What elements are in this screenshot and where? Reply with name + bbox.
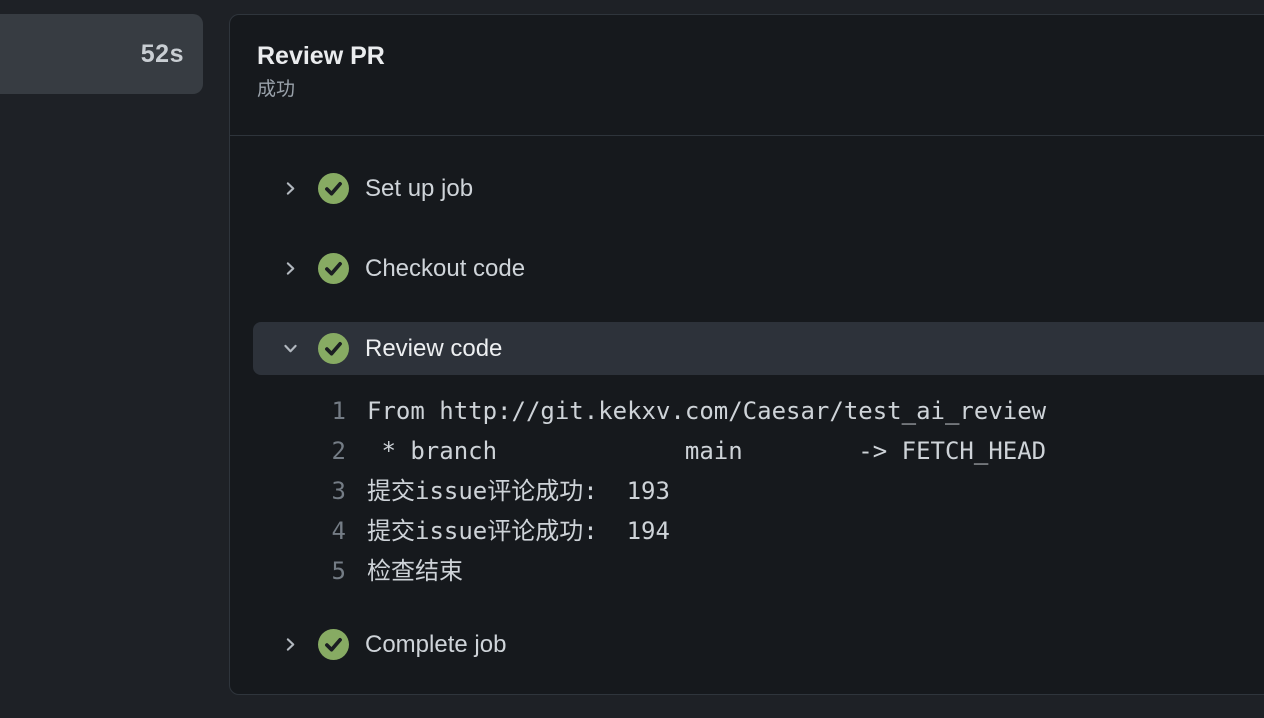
log-line-number: 4	[253, 511, 346, 551]
step-label: Checkout code	[365, 255, 525, 283]
log-line-number: 3	[253, 471, 346, 511]
step: Complete job	[253, 618, 1264, 671]
sidebar-job-item-selected[interactable]: 52s	[0, 14, 203, 94]
log-line-text: 检查结束	[367, 551, 463, 591]
actions-run-page: 52s Review PR 成功 Set up job	[0, 0, 1264, 718]
log-line: 2 * branch main -> FETCH_HEAD	[253, 431, 1264, 471]
steps-list: Set up job Checkout code	[230, 136, 1264, 671]
job-header: Review PR 成功	[230, 15, 1264, 136]
log-line-number: 1	[253, 391, 346, 431]
log-line: 1 From http://git.kekxv.com/Caesar/test_a…	[253, 391, 1264, 431]
check-circle-icon	[318, 253, 349, 284]
chevron-down-icon	[282, 340, 299, 357]
check-circle-icon	[318, 173, 349, 204]
job-title: Review PR	[257, 40, 1250, 72]
log-line: 5 检查结束	[253, 551, 1264, 591]
check-circle-icon	[318, 629, 349, 660]
step: Set up job	[253, 162, 1264, 215]
chevron-right-icon	[282, 636, 299, 653]
step-logs: 1 From http://git.kekxv.com/Caesar/test_a…	[253, 391, 1264, 591]
step: Checkout code	[253, 242, 1264, 295]
step-label: Review code	[365, 335, 502, 363]
step-label: Complete job	[365, 631, 506, 659]
log-line-number: 2	[253, 431, 346, 471]
job-status-text: 成功	[257, 77, 1250, 103]
chevron-right-icon	[282, 180, 299, 197]
step-row[interactable]: Review code	[253, 322, 1264, 375]
chevron-right-icon	[282, 260, 299, 277]
job-duration-badge: 52s	[141, 40, 184, 69]
log-line: 3 提交issue评论成功: 193	[253, 471, 1264, 511]
step-row[interactable]: Set up job	[253, 162, 1264, 215]
step-row[interactable]: Checkout code	[253, 242, 1264, 295]
check-circle-icon	[318, 333, 349, 364]
log-line-text: 提交issue评论成功: 194	[367, 511, 670, 551]
log-line-text: From http://git.kekxv.com/Caesar/test_ai…	[367, 391, 1046, 431]
log-line-text: 提交issue评论成功: 193	[367, 471, 670, 511]
job-run-card: Review PR 成功 Set up job	[229, 14, 1264, 695]
log-line-number: 5	[253, 551, 346, 591]
step-row[interactable]: Complete job	[253, 618, 1264, 671]
step: Review code 1 From http://git.kekxv.com/C…	[253, 322, 1264, 591]
log-line: 4 提交issue评论成功: 194	[253, 511, 1264, 551]
step-label: Set up job	[365, 175, 473, 203]
log-line-text: * branch main -> FETCH_HEAD	[367, 431, 1046, 471]
